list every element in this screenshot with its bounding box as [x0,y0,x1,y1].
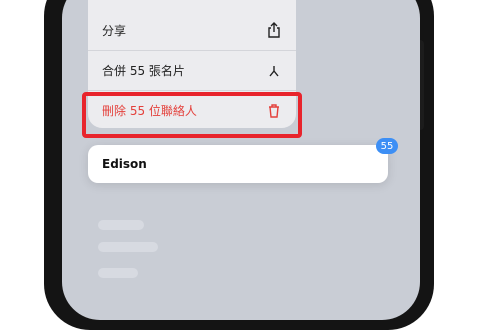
merge-icon [266,63,282,79]
blurred-list-row [98,242,158,252]
menu-item-share[interactable]: 分享 [88,10,296,50]
contact-name: Edison [102,157,147,171]
menu-item-label: 分享 [102,23,127,38]
blurred-list-row [98,268,138,278]
menu-item-merge[interactable]: 合併 55 張名片 [88,50,296,90]
selection-count: 55 [380,140,394,152]
selection-count-badge: 55 [376,138,398,154]
delete-highlight-box [82,92,302,138]
menu-item-label: 合併 55 張名片 [102,64,185,78]
selected-contact-card[interactable]: Edison [88,145,388,183]
blurred-list-row [98,220,144,230]
share-icon [266,22,282,38]
